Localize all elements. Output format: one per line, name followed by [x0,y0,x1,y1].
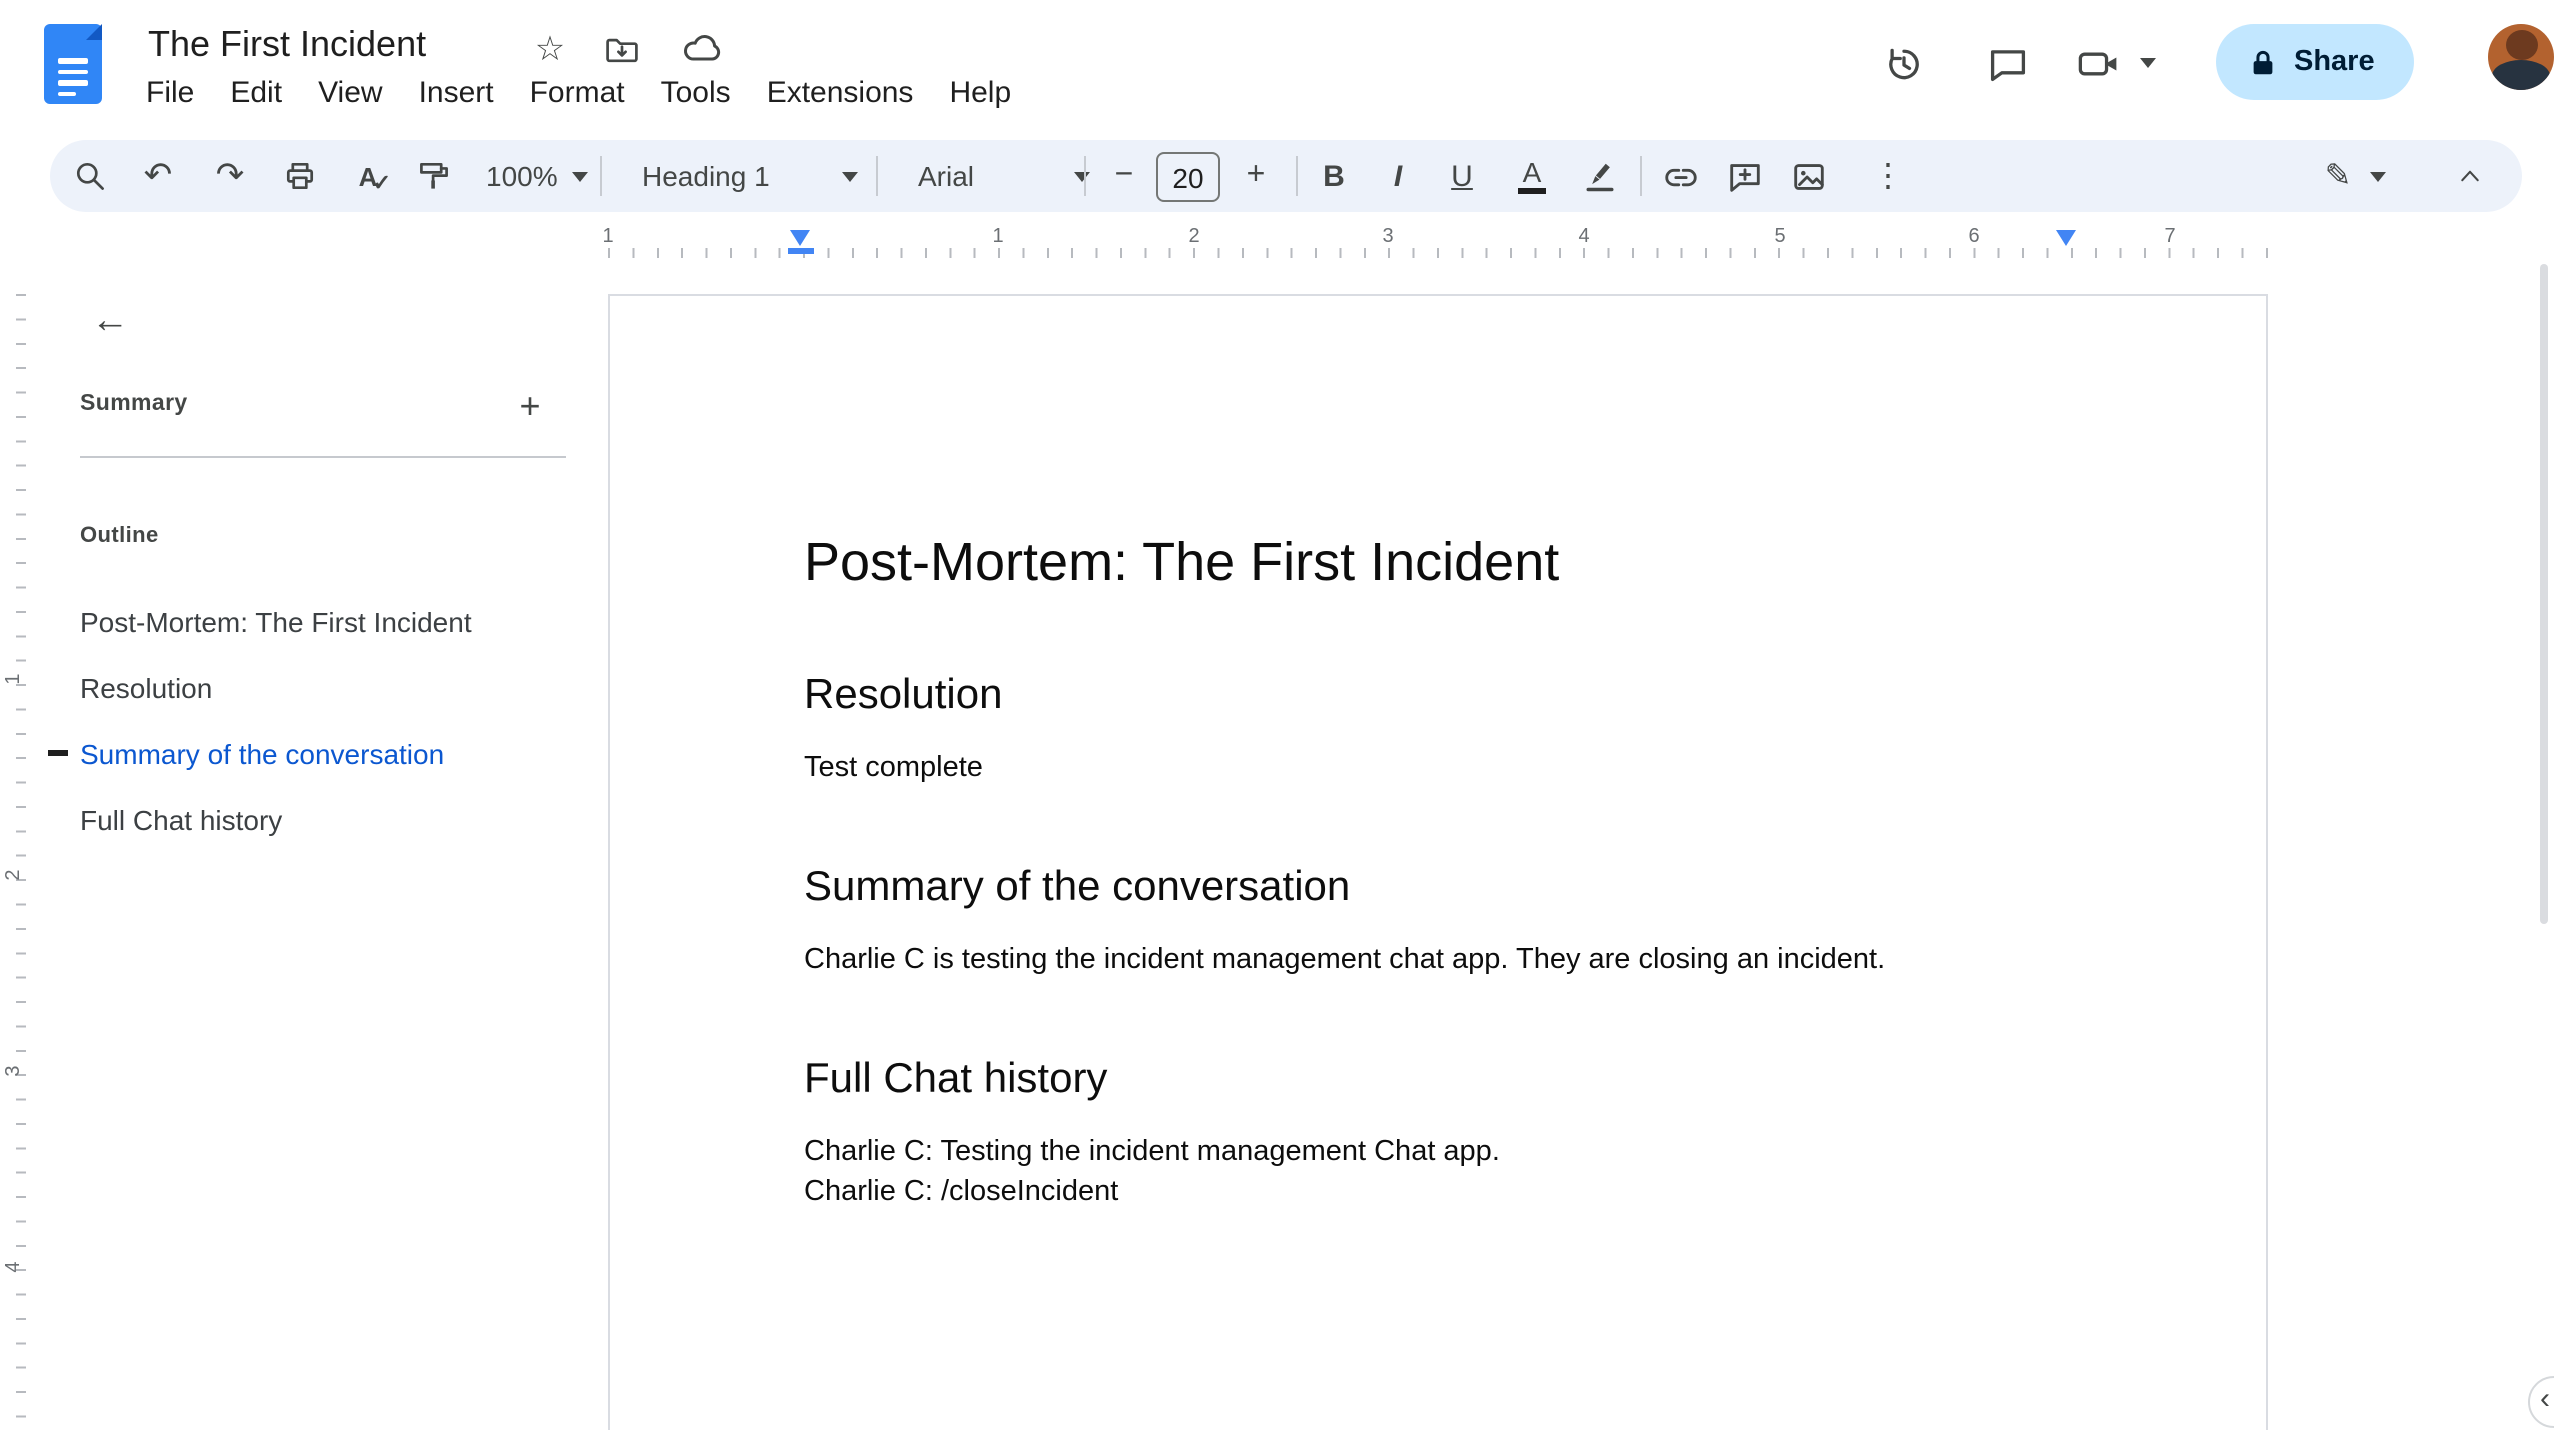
font-size-increase[interactable]: + [1228,148,1284,204]
zoom-select[interactable]: 100% [474,148,600,204]
doc-heading-2[interactable]: Resolution [804,668,2072,722]
ruler-number: 2 [1188,226,1200,248]
font-caret [1074,171,1090,181]
outline-list: Post-Mortem: The First Incident Resoluti… [48,588,588,852]
ruler-number: 2 [3,869,25,881]
zoom-caret [571,171,588,181]
doc-paragraph[interactable]: Test complete [804,748,2072,788]
version-history-icon[interactable] [1876,36,1932,92]
move-folder-icon[interactable] [600,28,644,72]
comment-history-icon[interactable] [1980,36,2036,92]
highlight-color-button[interactable] [1572,148,1628,204]
collapse-panel-toggle[interactable]: ‹ [2528,1376,2554,1428]
close-outline-back-icon[interactable]: ← [84,296,136,348]
document-page[interactable]: Post-Mortem: The First Incident Resoluti… [608,294,2268,1430]
menu-view[interactable]: View [300,70,401,118]
redo-icon[interactable]: ↷ [202,148,258,204]
styles-caret [842,171,858,181]
ruler-number: 6 [1968,226,1980,248]
panel-divider [80,456,566,458]
doc-heading-2[interactable]: Full Chat history [804,1052,2072,1106]
doc-paragraph[interactable]: Charlie C: /closeIncident [804,1172,2072,1212]
search-icon[interactable] [62,148,118,204]
menu-insert[interactable]: Insert [401,70,512,118]
italic-button[interactable]: I [1370,148,1426,204]
underline-button[interactable]: U [1434,148,1490,204]
document-title[interactable]: The First Incident [148,20,426,68]
ruler-number: 4 [3,1261,25,1273]
menu-format[interactable]: Format [512,70,643,118]
styles-select[interactable]: Heading 1 [630,148,870,204]
add-comment-icon[interactable] [1716,148,1772,204]
docs-logo[interactable] [44,24,102,104]
video-call-dropdown-caret[interactable] [2140,58,2156,68]
font-select[interactable]: Arial [906,148,1102,204]
menu-edit[interactable]: Edit [212,70,300,118]
undo-icon[interactable]: ↶ [130,148,186,204]
paint-format-icon[interactable] [406,148,462,204]
doc-paragraph[interactable]: Charlie C is testing the incident manage… [804,940,2072,980]
ruler-number: 4 [1578,226,1590,248]
font-value: Arial [918,160,975,192]
ruler-number: 5 [1774,226,1786,248]
docs-logo-fold [86,24,102,40]
editing-mode-pencil-icon[interactable]: ✎ [2310,148,2366,204]
text-color-button[interactable]: A [1504,148,1560,204]
outline-label: Outline [80,524,159,548]
current-position-dash [48,750,68,755]
font-size-input[interactable]: 20 [1156,152,1220,202]
video-call-icon[interactable] [2072,36,2128,92]
ruler-number: 1 [3,673,25,685]
share-label: Share [2294,46,2375,78]
editing-mode-caret[interactable] [2370,172,2386,182]
font-size-decrease[interactable]: − [1096,148,1152,204]
print-icon[interactable] [272,148,328,204]
outline-item[interactable]: Resolution [48,654,588,720]
styles-value: Heading 1 [642,160,770,192]
more-options-icon[interactable]: ⋮ [1860,148,1916,204]
star-icon[interactable]: ☆ [528,28,572,72]
vertical-scrollbar[interactable] [2540,264,2548,924]
ruler-number: 3 [3,1065,25,1077]
outline-item-active[interactable]: Summary of the conversation [48,720,588,786]
doc-heading-1[interactable]: Post-Mortem: The First Incident [804,528,2072,596]
outline-item[interactable]: Post-Mortem: The First Incident [48,588,588,654]
insert-image-icon[interactable] [1780,148,1836,204]
left-margin-marker[interactable] [788,248,814,254]
ruler-number: 1 [602,226,614,248]
cloud-status-icon[interactable] [680,28,724,72]
doc-heading-2[interactable]: Summary of the conversation [804,860,2072,914]
ruler-number: 3 [1382,226,1394,248]
hide-menus-chevron-icon[interactable] [2442,148,2498,204]
horizontal-ruler: 1 1 2 3 4 5 6 7 [0,216,2554,276]
add-summary-icon[interactable]: + [504,380,556,432]
menu-extensions[interactable]: Extensions [749,70,932,118]
summary-label: Summary [80,392,188,416]
menu-file[interactable]: File [128,70,212,118]
ruler-number: 7 [2164,226,2176,248]
share-button[interactable]: Share [2216,24,2415,100]
menu-help[interactable]: Help [931,70,1029,118]
menu-tools[interactable]: Tools [643,70,749,118]
chevron-left-icon: ‹ [2540,1382,2550,1416]
left-indent-marker[interactable] [790,230,810,246]
doc-paragraph[interactable]: Charlie C: Testing the incident manageme… [804,1132,2072,1172]
spellcheck-icon[interactable]: A ✓ [340,148,396,204]
ruler-ticks [608,248,2268,258]
google-docs-app: The First Incident ☆ File Edit View Inse… [0,0,2554,1430]
lock-icon [2248,47,2278,77]
right-indent-marker[interactable] [2056,230,2076,246]
bold-button[interactable]: B [1306,148,1362,204]
avatar[interactable] [2488,24,2554,90]
outline-item[interactable]: Full Chat history [48,786,588,852]
insert-link-icon[interactable] [1652,148,1708,204]
ruler-number: 1 [992,226,1004,248]
toolbar: ↶ ↷ A ✓ 100% Heading 1 Arial − 20 + B I U [50,140,2522,212]
menu-bar: File Edit View Insert Format Tools Exten… [128,70,1029,118]
zoom-value: 100% [486,160,558,192]
